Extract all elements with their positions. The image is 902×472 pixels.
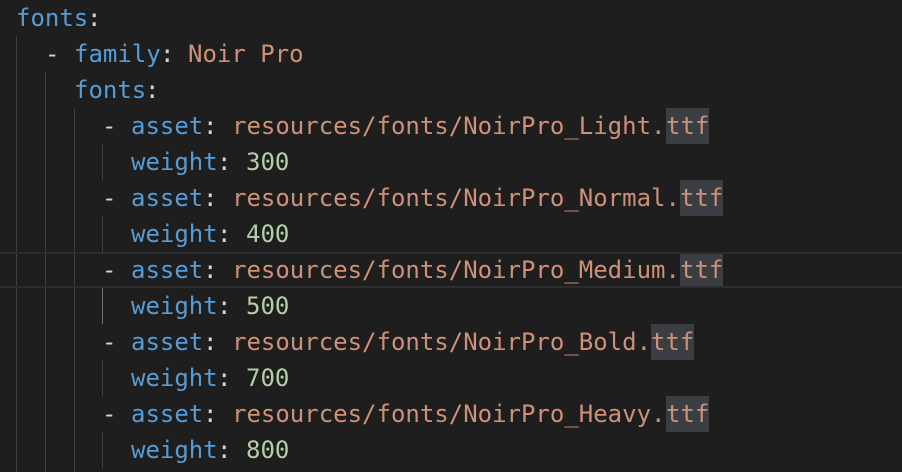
- yaml-number-value: 700: [246, 364, 290, 392]
- yaml-colon: :: [203, 328, 218, 356]
- yaml-dash: -: [102, 400, 117, 428]
- yaml-colon: :: [217, 436, 232, 464]
- highlighted-extension: ttf: [680, 254, 724, 286]
- yaml-colon: :: [217, 148, 232, 176]
- yaml-key: weight: [131, 148, 218, 176]
- yaml-key: fonts: [16, 4, 89, 32]
- code-line[interactable]: weight : 800: [0, 432, 902, 468]
- yaml-key: asset: [131, 184, 204, 212]
- yaml-key: weight: [131, 220, 218, 248]
- code-line[interactable]: - asset : resources/fonts/NoirPro_Normal…: [0, 180, 902, 216]
- yaml-colon: :: [203, 256, 218, 284]
- highlighted-extension: ttf: [666, 108, 710, 144]
- code-line[interactable]: - asset : resources/fonts/NoirPro_Light.…: [0, 108, 902, 144]
- code-line[interactable]: weight : 300: [0, 144, 902, 180]
- highlighted-extension: ttf: [666, 396, 710, 432]
- code-line[interactable]: weight : 700: [0, 360, 902, 396]
- highlighted-extension: ttf: [651, 324, 695, 360]
- yaml-key: weight: [131, 364, 218, 392]
- code-line[interactable]: fonts :: [0, 0, 902, 36]
- yaml-key: weight: [131, 436, 218, 464]
- yaml-string-value: resources/fonts/NoirPro_Light.: [232, 112, 666, 140]
- yaml-key: fonts: [74, 76, 147, 104]
- yaml-dash: -: [102, 112, 117, 140]
- yaml-colon: :: [87, 4, 102, 32]
- code-line[interactable]: weight : 500: [0, 288, 902, 324]
- yaml-dash: -: [45, 40, 60, 68]
- yaml-number-value: 400: [246, 220, 290, 248]
- yaml-number-value: 300: [246, 148, 290, 176]
- code-editor[interactable]: fonts : - family : Noir Pro fonts : - as…: [0, 0, 902, 472]
- yaml-colon: :: [203, 400, 218, 428]
- yaml-string-value: resources/fonts/NoirPro_Normal.: [232, 184, 680, 212]
- code-line[interactable]: - family : Noir Pro: [0, 36, 902, 72]
- yaml-colon: :: [203, 184, 218, 212]
- code-line-current[interactable]: - asset : resources/fonts/NoirPro_Medium…: [0, 252, 902, 288]
- yaml-key: weight: [131, 292, 218, 320]
- yaml-colon: :: [203, 112, 218, 140]
- yaml-colon: :: [217, 364, 232, 392]
- yaml-colon: :: [217, 292, 232, 320]
- yaml-key: family: [74, 40, 161, 68]
- code-line[interactable]: fonts :: [0, 72, 902, 108]
- highlighted-extension: ttf: [680, 180, 724, 216]
- yaml-string-value: resources/fonts/NoirPro_Medium.: [232, 256, 680, 284]
- yaml-number-value: 800: [246, 436, 290, 464]
- yaml-dash: -: [102, 328, 117, 356]
- yaml-key: asset: [131, 256, 204, 284]
- yaml-string-value: resources/fonts/NoirPro_Bold.: [232, 328, 652, 356]
- yaml-dash: -: [102, 256, 117, 284]
- yaml-key: asset: [131, 112, 204, 140]
- yaml-colon: :: [217, 220, 232, 248]
- yaml-string-value: Noir Pro: [188, 40, 304, 68]
- code-line[interactable]: - asset : resources/fonts/NoirPro_Heavy.…: [0, 396, 902, 432]
- yaml-dash: -: [102, 184, 117, 212]
- yaml-number-value: 500: [246, 292, 290, 320]
- yaml-colon: :: [160, 40, 175, 68]
- code-line[interactable]: weight : 400: [0, 216, 902, 252]
- yaml-colon: :: [145, 76, 160, 104]
- code-line[interactable]: - asset : resources/fonts/NoirPro_Bold. …: [0, 324, 902, 360]
- yaml-key: asset: [131, 328, 204, 356]
- yaml-key: asset: [131, 400, 204, 428]
- yaml-string-value: resources/fonts/NoirPro_Heavy.: [232, 400, 666, 428]
